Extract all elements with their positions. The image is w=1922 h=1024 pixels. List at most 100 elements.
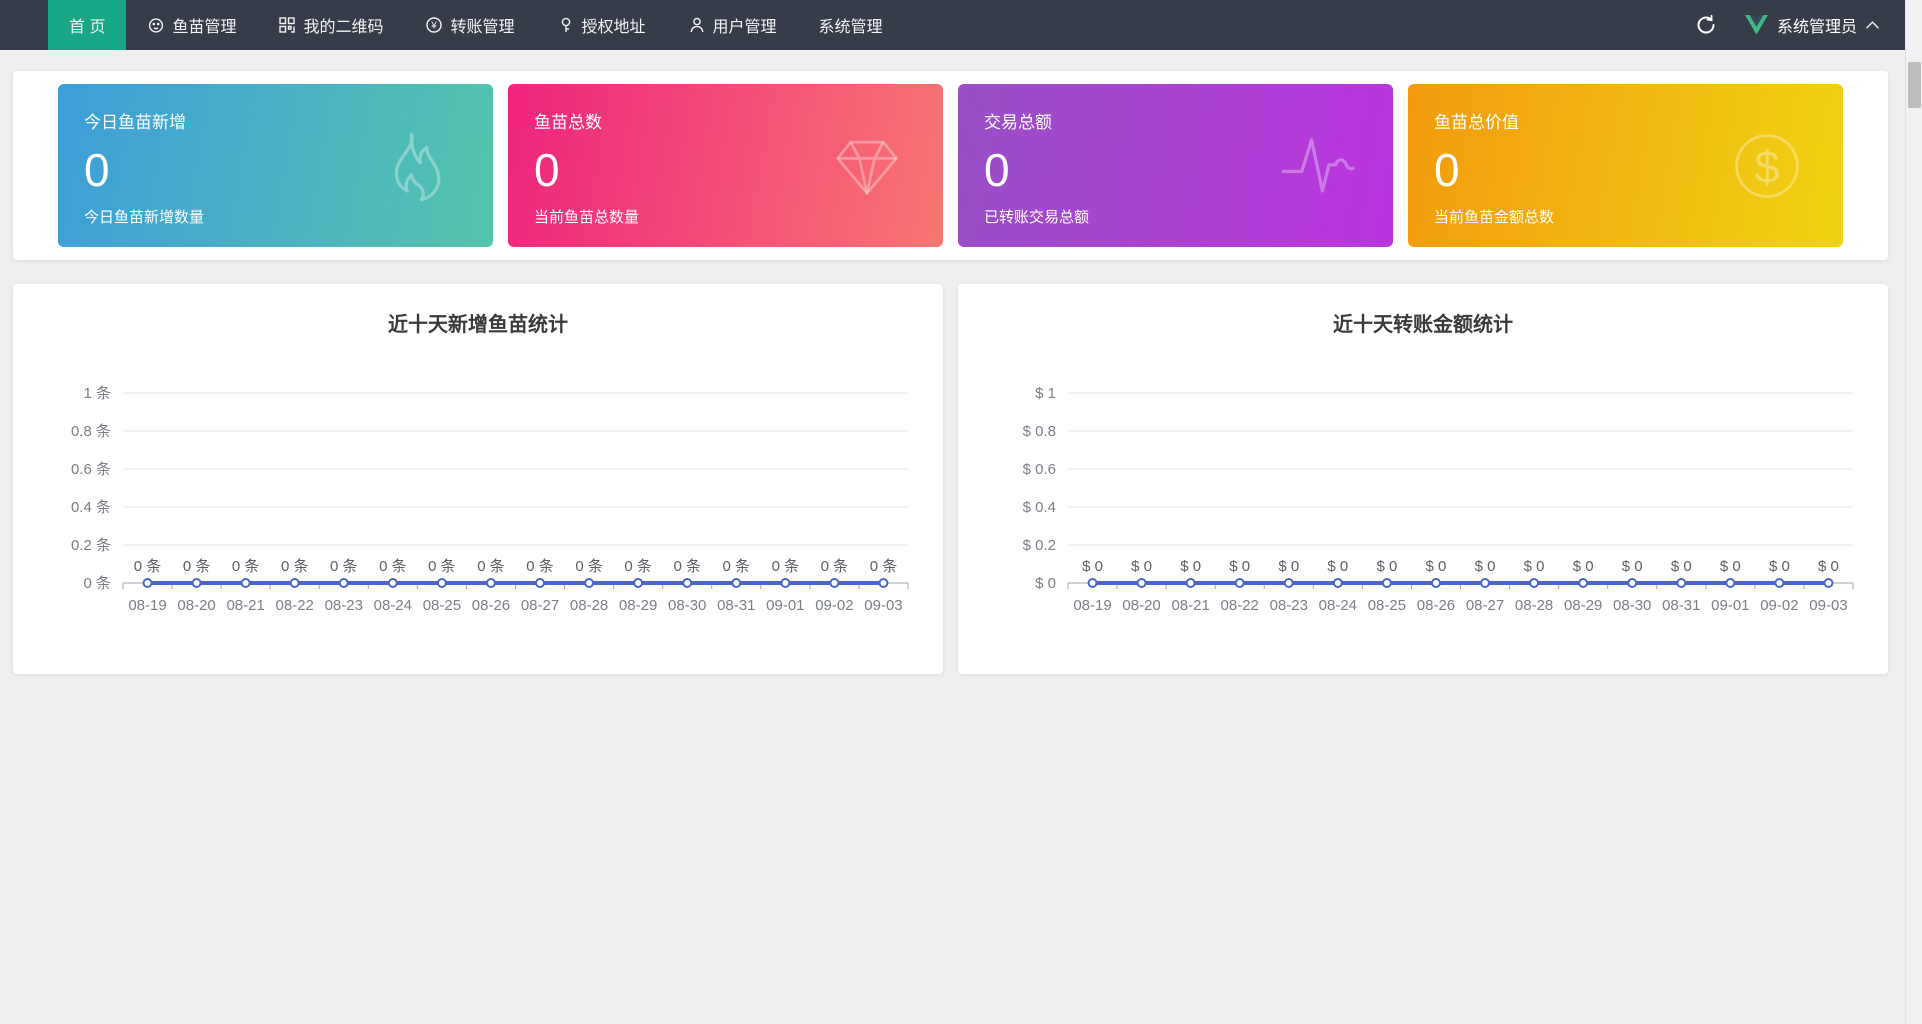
svg-text:$: $ bbox=[1754, 141, 1779, 192]
user-icon bbox=[688, 16, 706, 34]
svg-text:0 条: 0 条 bbox=[232, 558, 260, 575]
nav-item-label: 首 页 bbox=[69, 13, 105, 37]
svg-text:0 条: 0 条 bbox=[281, 558, 309, 575]
stat-card-subtitle: 当前鱼苗总数量 bbox=[534, 206, 917, 227]
svg-text:08-19: 08-19 bbox=[128, 597, 166, 614]
yen-circle-icon: ¥ bbox=[425, 16, 443, 34]
nav-item-user-management[interactable]: 用户管理 bbox=[667, 0, 798, 50]
svg-text:$ 0: $ 0 bbox=[1035, 575, 1056, 592]
svg-text:0 条: 0 条 bbox=[134, 558, 162, 575]
nav-item-home[interactable]: 首 页 bbox=[48, 0, 126, 50]
nav-item-system-management[interactable]: 系统管理 bbox=[798, 0, 904, 50]
svg-text:08-21: 08-21 bbox=[226, 597, 264, 614]
stat-card-subtitle: 已转账交易总额 bbox=[984, 206, 1367, 227]
svg-text:¥: ¥ bbox=[431, 21, 438, 32]
user-menu[interactable]: 系统管理员 bbox=[1745, 13, 1879, 37]
svg-text:0 条: 0 条 bbox=[183, 558, 211, 575]
svg-text:$ 0: $ 0 bbox=[1131, 558, 1152, 575]
svg-text:$ 1: $ 1 bbox=[1035, 385, 1056, 402]
svg-text:08-22: 08-22 bbox=[1221, 597, 1259, 614]
svg-text:09-02: 09-02 bbox=[1760, 597, 1798, 614]
charts-row: 近十天新增鱼苗统计 1 条 0.8 条 0.6 条 0.4 条 0.2 条 0 条 0 条 0… bbox=[13, 284, 1888, 674]
svg-text:$ 0.4: $ 0.4 bbox=[1023, 499, 1056, 516]
svg-text:0 条: 0 条 bbox=[477, 558, 505, 575]
svg-text:08-27: 08-27 bbox=[1466, 597, 1504, 614]
svg-text:1 条: 1 条 bbox=[83, 385, 111, 402]
svg-text:$ 0.8: $ 0.8 bbox=[1023, 423, 1056, 440]
svg-text:0 条: 0 条 bbox=[330, 558, 358, 575]
qrcode-icon bbox=[278, 16, 296, 34]
svg-text:$ 0: $ 0 bbox=[1524, 558, 1545, 575]
svg-text:$ 0: $ 0 bbox=[1327, 558, 1348, 575]
nav-item-authorized-address[interactable]: 授权地址 bbox=[536, 0, 667, 50]
scrollbar-thumb[interactable] bbox=[1908, 62, 1921, 108]
svg-text:$ 0: $ 0 bbox=[1769, 558, 1790, 575]
nav-item-label: 我的二维码 bbox=[303, 13, 383, 37]
svg-text:$ 0: $ 0 bbox=[1229, 558, 1250, 575]
nav-item-label: 转账管理 bbox=[450, 13, 514, 37]
svg-text:$ 0: $ 0 bbox=[1671, 558, 1692, 575]
line-chart-new-fry: 1 条 0.8 条 0.6 条 0.4 条 0.2 条 0 条 0 条 08-19 0 条 08-… bbox=[18, 363, 938, 685]
svg-text:08-20: 08-20 bbox=[1122, 597, 1160, 614]
svg-text:08-30: 08-30 bbox=[1613, 597, 1651, 614]
svg-text:08-23: 08-23 bbox=[325, 597, 363, 614]
svg-text:$ 0.2: $ 0.2 bbox=[1023, 537, 1056, 554]
svg-text:$ 0: $ 0 bbox=[1180, 558, 1201, 575]
nav-item-label: 用户管理 bbox=[713, 13, 777, 37]
stat-card-total-transactions: 交易总额 0 已转账交易总额 bbox=[958, 84, 1393, 247]
svg-text:08-27: 08-27 bbox=[521, 597, 559, 614]
svg-text:0.8 条: 0.8 条 bbox=[71, 423, 111, 440]
svg-text:09-02: 09-02 bbox=[815, 597, 853, 614]
nav-item-label: 授权地址 bbox=[582, 13, 646, 37]
svg-text:08-31: 08-31 bbox=[1662, 597, 1700, 614]
nav-item-transfer-management[interactable]: ¥ 转账管理 bbox=[404, 0, 535, 50]
svg-text:09-01: 09-01 bbox=[766, 597, 804, 614]
svg-text:08-29: 08-29 bbox=[619, 597, 657, 614]
chart-title: 近十天转账金额统计 bbox=[958, 308, 1888, 337]
stat-card-today-new-fry: 今日鱼苗新增 0 今日鱼苗新增数量 bbox=[58, 84, 493, 247]
svg-text:0 条: 0 条 bbox=[624, 558, 652, 575]
pulse-icon bbox=[1279, 128, 1355, 204]
main-menu: 首 页 鱼苗管理 我的二维码 ¥ bbox=[48, 0, 904, 50]
stat-card-subtitle: 今日鱼苗新增数量 bbox=[84, 206, 467, 227]
dollar-circle-icon: $ bbox=[1729, 128, 1805, 204]
svg-text:$ 0: $ 0 bbox=[1622, 558, 1643, 575]
svg-text:0 条: 0 条 bbox=[870, 558, 898, 575]
refresh-icon[interactable] bbox=[1695, 14, 1717, 36]
svg-text:08-21: 08-21 bbox=[1171, 597, 1209, 614]
key-icon bbox=[557, 16, 575, 34]
svg-text:0 条: 0 条 bbox=[83, 575, 111, 592]
diamond-icon bbox=[829, 128, 905, 204]
svg-text:08-20: 08-20 bbox=[177, 597, 215, 614]
chart-title: 近十天新增鱼苗统计 bbox=[13, 308, 943, 337]
svg-text:08-30: 08-30 bbox=[668, 597, 706, 614]
svg-text:$ 0: $ 0 bbox=[1082, 558, 1103, 575]
svg-text:$ 0: $ 0 bbox=[1426, 558, 1447, 575]
chevron-up-icon bbox=[1866, 21, 1879, 29]
nav-item-fish-fry-management[interactable]: 鱼苗管理 bbox=[126, 0, 257, 50]
svg-text:0.6 条: 0.6 条 bbox=[71, 461, 111, 478]
stat-card-total-fry-value: 鱼苗总价值 0 当前鱼苗金额总数 $ bbox=[1408, 84, 1843, 247]
svg-text:$ 0: $ 0 bbox=[1278, 558, 1299, 575]
svg-text:09-03: 09-03 bbox=[864, 597, 902, 614]
line-chart-transfer-amount: $ 1 $ 0.8 $ 0.6 $ 0.4 $ 0.2 $ 0 $ 0 08-19 $ 0 08-… bbox=[963, 363, 1883, 685]
vertical-scrollbar[interactable] bbox=[1905, 0, 1922, 1024]
svg-text:0 条: 0 条 bbox=[821, 558, 849, 575]
chart-panel-new-fry: 近十天新增鱼苗统计 1 条 0.8 条 0.6 条 0.4 条 0.2 条 0 条 0 条 0… bbox=[13, 284, 943, 674]
stat-cards-panel: 今日鱼苗新增 0 今日鱼苗新增数量 鱼苗总数 0 当前鱼苗总数量 交易总额 0 bbox=[13, 71, 1888, 260]
svg-text:09-03: 09-03 bbox=[1809, 597, 1847, 614]
svg-text:$ 0.6: $ 0.6 bbox=[1023, 461, 1056, 478]
svg-text:0.4 条: 0.4 条 bbox=[71, 499, 111, 516]
username-label: 系统管理员 bbox=[1777, 13, 1857, 37]
svg-text:09-01: 09-01 bbox=[1711, 597, 1749, 614]
svg-text:$ 0: $ 0 bbox=[1376, 558, 1397, 575]
svg-text:$ 0: $ 0 bbox=[1818, 558, 1839, 575]
svg-text:08-28: 08-28 bbox=[570, 597, 608, 614]
svg-text:08-19: 08-19 bbox=[1073, 597, 1111, 614]
svg-text:08-22: 08-22 bbox=[276, 597, 314, 614]
nav-item-my-qrcode[interactable]: 我的二维码 bbox=[257, 0, 404, 50]
svg-text:0.2 条: 0.2 条 bbox=[71, 537, 111, 554]
flame-icon bbox=[379, 128, 455, 204]
svg-text:$ 0: $ 0 bbox=[1475, 558, 1496, 575]
svg-text:0 条: 0 条 bbox=[723, 558, 751, 575]
